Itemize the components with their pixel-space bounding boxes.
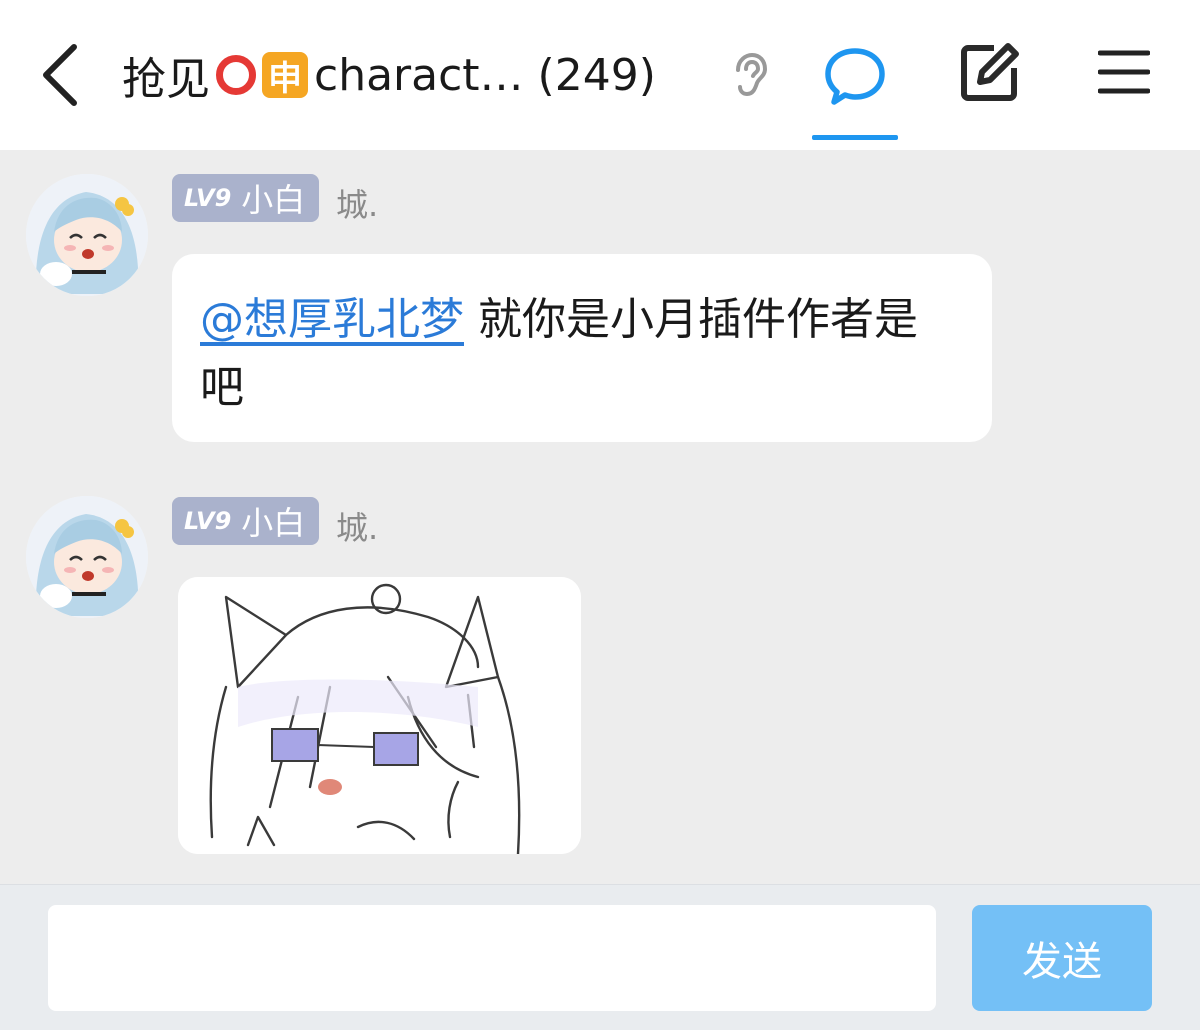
ear-icon[interactable] — [728, 52, 768, 98]
member-count: (249) — [537, 49, 656, 101]
level-text: LV9 — [184, 184, 232, 212]
image-message[interactable] — [178, 577, 581, 854]
mention-link[interactable]: @想厚乳北梦 — [200, 294, 464, 345]
message-bubble[interactable]: @想厚乳北梦 就你是小月插件作者是吧 — [172, 254, 992, 442]
menu-button[interactable] — [1097, 48, 1158, 104]
sender-name[interactable]: 城. — [336, 503, 378, 549]
anime-avatar-icon — [26, 174, 148, 296]
anime-avatar-icon — [26, 496, 148, 618]
edit-icon — [961, 43, 1019, 101]
badge-title: 小白 — [241, 504, 306, 542]
active-tab-indicator — [812, 135, 898, 140]
tab-chat[interactable] — [812, 40, 898, 140]
badge-title: 小白 — [241, 181, 306, 219]
title-emoji-box: 申 — [262, 52, 308, 99]
composer-bar: 发送 — [0, 884, 1200, 1030]
red-circle-emoji — [216, 55, 256, 95]
level-badge: LV9 小白 — [172, 174, 320, 222]
avatar[interactable] — [26, 496, 148, 618]
send-button[interactable]: 发送 — [972, 905, 1152, 1011]
chevron-left-icon — [43, 44, 77, 106]
sticker-image — [178, 577, 581, 854]
title-prefix: 抢见 — [122, 54, 210, 105]
level-text: LV9 — [184, 507, 232, 535]
menu-icon — [1097, 50, 1151, 94]
sender-name[interactable]: 城. — [336, 180, 378, 226]
back-button[interactable] — [20, 35, 100, 115]
chat-bubble-icon — [825, 48, 885, 105]
chat-title[interactable]: 抢见 申 charact… (249) — [122, 44, 656, 106]
level-badge: LV9 小白 — [172, 497, 320, 545]
top-bar: 抢见 申 charact… (249) — [0, 0, 1200, 150]
group-chat-screen: 抢见 申 charact… (249) LV9 小白 城. @想厚乳北梦 就你是… — [0, 0, 1200, 1030]
message-input[interactable] — [48, 905, 936, 1011]
avatar[interactable] — [26, 174, 148, 296]
message-text: @想厚乳北梦 就你是小月插件作者是吧 — [200, 286, 940, 422]
title-suffix: charact… — [314, 49, 524, 101]
edit-button[interactable] — [958, 40, 1028, 110]
